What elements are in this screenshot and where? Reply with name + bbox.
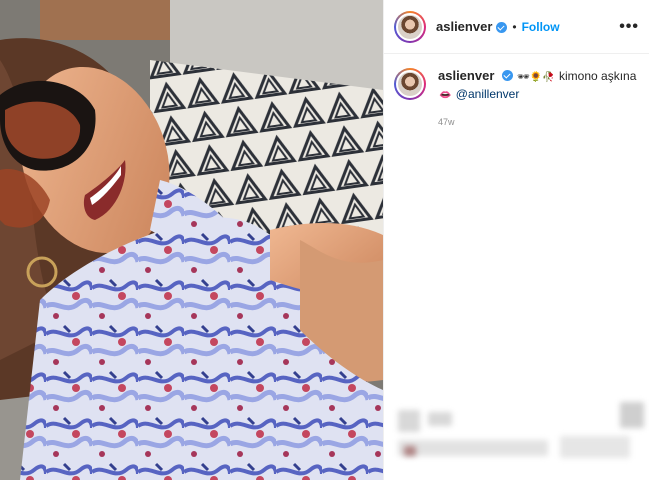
caption-verified-badge-icon [501, 70, 513, 81]
caption-emojis: 🕶🌻🥀 [517, 72, 555, 83]
caption-username[interactable]: aslienver [438, 68, 494, 83]
more-options-icon[interactable]: ••• [619, 18, 639, 36]
author-avatar[interactable] [394, 10, 426, 43]
post-sidebar: aslienver • Follow ••• aslienver 🕶🌻🥀 kim… [383, 0, 649, 480]
author-username[interactable]: aslienver [436, 19, 492, 34]
caption-text: kimono aşkına [559, 69, 637, 83]
selfie-image [0, 0, 383, 480]
post-photo[interactable] [0, 0, 383, 480]
post-timestamp[interactable]: 47w [438, 114, 636, 130]
verified-badge-icon [496, 22, 508, 33]
caption-body: aslienver 🕶🌻🥀 kimono aşkına 👄 @anillenve… [438, 68, 636, 130]
post-header: aslienver • Follow ••• [384, 0, 649, 54]
instagram-post: aslienver • Follow ••• aslienver 🕶🌻🥀 kim… [0, 0, 649, 480]
follow-button[interactable]: Follow [522, 20, 560, 34]
caption-mention-link[interactable]: @anillenver [456, 87, 520, 101]
blurred-comments-area [384, 396, 649, 480]
post-caption: aslienver 🕶🌻🥀 kimono aşkına 👄 @anillenve… [384, 54, 649, 130]
header-separator: • [512, 19, 517, 34]
caption-avatar[interactable] [394, 68, 426, 100]
mention-prefix-emoji: 👄 [439, 90, 452, 101]
